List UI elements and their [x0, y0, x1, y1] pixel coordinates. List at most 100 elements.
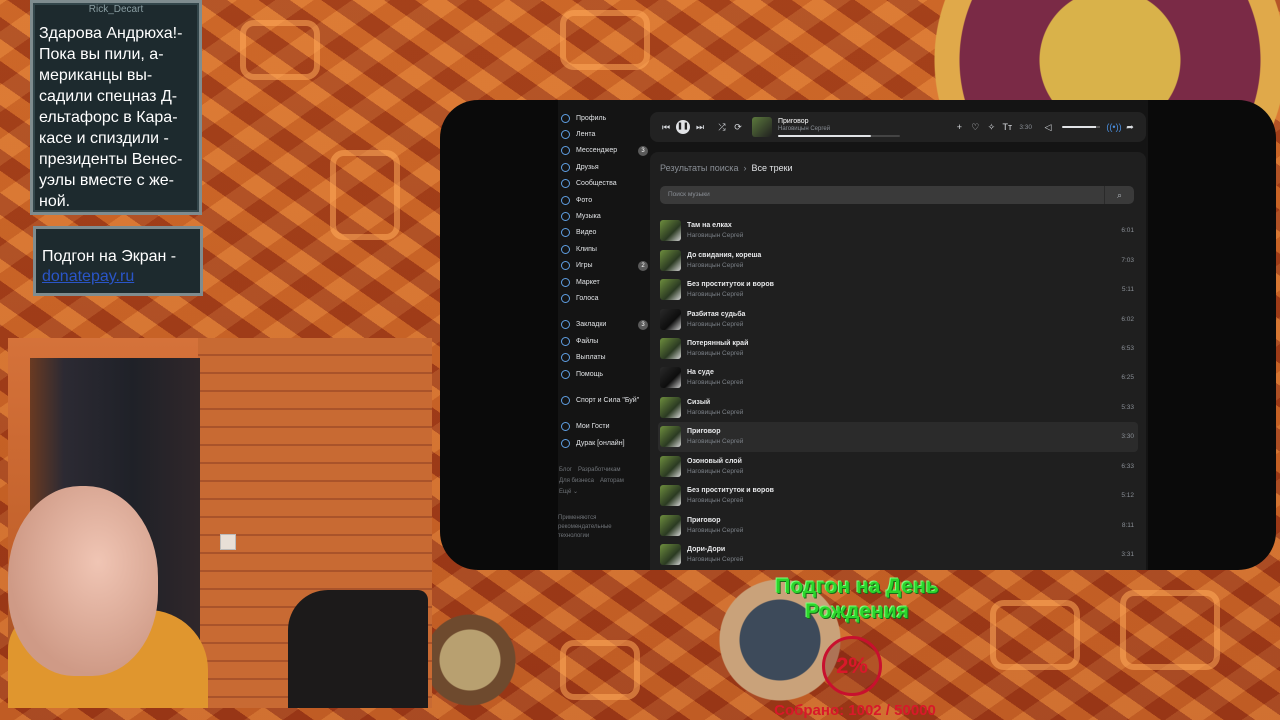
- nav-item-count: 2: [638, 260, 648, 271]
- nav-item[interactable]: Игры 2: [558, 258, 648, 274]
- nav-item[interactable]: Лента: [558, 126, 648, 142]
- track-artist[interactable]: Наговицын Сергей: [687, 409, 1121, 416]
- light-switch: [220, 534, 236, 550]
- track-row[interactable]: До свидания, кореша Наговицын Сергей 7:03: [658, 245, 1138, 274]
- track-artist[interactable]: Наговицын Сергей: [687, 556, 1121, 563]
- track-artist[interactable]: Наговицын Сергей: [687, 468, 1121, 475]
- track-row[interactable]: Без проституток и воров Наговицын Сергей 5…: [658, 481, 1138, 510]
- gamepad-icon: [561, 438, 570, 448]
- footer-link[interactable]: Ещё ⌄: [559, 489, 578, 495]
- track-cover: [660, 544, 681, 566]
- player-time: 3:30: [1019, 123, 1032, 131]
- browser-window: Профиль Лента Мессенджер 3 Друзья Сообщества Ф…: [440, 100, 1276, 570]
- track-cover: [660, 367, 681, 389]
- track-duration: 6:01: [1121, 227, 1134, 235]
- previous-track-icon[interactable]: ⏮: [658, 122, 674, 133]
- nav-item[interactable]: Сообщества: [558, 176, 648, 192]
- nav-item[interactable]: Мессенджер 3: [558, 143, 648, 159]
- track-artist[interactable]: Наговицын Сергей: [687, 291, 1122, 298]
- track-cover: [660, 514, 681, 536]
- track-cover: [660, 426, 681, 448]
- broadcast-icon[interactable]: ((•)): [1106, 122, 1122, 132]
- music-search-input[interactable]: Поиск музыки ⌕: [660, 186, 1134, 204]
- donation-collected: Собрано: 1002 / 50000: [774, 702, 936, 719]
- volume-slider[interactable]: [1062, 126, 1100, 128]
- promo-link[interactable]: donatepay.ru: [42, 267, 194, 287]
- track-row[interactable]: Там на елках Наговицын Сергей 6:01: [658, 216, 1138, 245]
- nav-item[interactable]: Музыка: [558, 208, 648, 224]
- volume-icon[interactable]: ◁: [1040, 122, 1056, 133]
- vk-page: Профиль Лента Мессенджер 3 Друзья Сообщества Ф…: [558, 100, 1148, 570]
- footer-link[interactable]: Разработчикам: [578, 467, 621, 473]
- track-row[interactable]: Озоновый слой Наговицын Сергей 6:33: [658, 452, 1138, 481]
- track-artist[interactable]: Наговицын Сергей: [687, 438, 1121, 445]
- nav-item[interactable]: Друзья: [558, 159, 648, 175]
- games-icon: [561, 261, 570, 271]
- track-duration: 6:33: [1121, 462, 1134, 470]
- track-cover: [660, 337, 681, 359]
- share-icon[interactable]: ➦: [1122, 122, 1138, 133]
- nav-item[interactable]: Голоса: [558, 290, 648, 306]
- player-cover: [752, 117, 772, 137]
- nav-item[interactable]: Закладки 3: [558, 317, 648, 333]
- background-pattern: [1120, 590, 1220, 670]
- nav-item[interactable]: Видео: [558, 225, 648, 241]
- next-track-icon[interactable]: ⏭: [692, 122, 708, 133]
- track-artist[interactable]: Наговицын Сергей: [687, 232, 1121, 239]
- track-row[interactable]: Приговор Наговицын Сергей 8:11: [658, 510, 1138, 539]
- player-track-info[interactable]: Приговор Наговицын Сергей: [778, 118, 900, 137]
- track-artist[interactable]: Наговицын Сергей: [687, 350, 1121, 357]
- footer-link[interactable]: Авторам: [600, 478, 624, 484]
- track-artist[interactable]: Наговицын Сергей: [687, 527, 1122, 534]
- footer-link[interactable]: Блог: [559, 467, 572, 473]
- nav-item[interactable]: Клипы: [558, 241, 648, 257]
- track-artist[interactable]: Наговицын Сергей: [687, 262, 1121, 269]
- track-row[interactable]: Сизый Наговицын Сергей 5:33: [658, 393, 1138, 422]
- dislike-icon[interactable]: ♡: [967, 122, 983, 133]
- search-icon[interactable]: ⌕: [1104, 186, 1134, 204]
- repeat-icon[interactable]: ⟳: [730, 122, 746, 133]
- track-row[interactable]: На суде Наговицын Сергей 6:25: [658, 363, 1138, 392]
- recommend-icon[interactable]: ✧: [983, 122, 999, 133]
- footer-link[interactable]: Для бизнеса: [559, 478, 594, 484]
- volume-slider-rest: [1096, 126, 1100, 128]
- nav-item[interactable]: Выплаты: [558, 349, 648, 365]
- track-duration: 6:02: [1121, 315, 1134, 323]
- nav-item[interactable]: Маркет: [558, 274, 648, 290]
- nav-item-label: Маркет: [576, 278, 600, 286]
- track-duration: 5:12: [1121, 492, 1134, 500]
- background-pattern: [560, 10, 650, 70]
- nav-item[interactable]: Фото: [558, 192, 648, 208]
- breadcrumb-parent[interactable]: Результаты поиска: [660, 163, 738, 173]
- player-progress-bar[interactable]: [778, 134, 900, 137]
- track-row[interactable]: Без проституток и воров Наговицын Сергей 5…: [658, 275, 1138, 304]
- nav-item[interactable]: Файлы: [558, 333, 648, 349]
- nav-item[interactable]: Мои Гости: [558, 419, 648, 435]
- track-duration: 8:11: [1121, 521, 1134, 529]
- nav-item[interactable]: Помощь: [558, 366, 648, 382]
- nav-item[interactable]: Дурак [онлайн]: [558, 435, 648, 451]
- nav-item[interactable]: Спорт и Сила "Буй": [558, 392, 648, 408]
- track-title: Потерянный край: [687, 339, 749, 347]
- track-row[interactable]: Потерянный край Наговицын Сергей 6:53: [658, 334, 1138, 363]
- nav-item-label: Друзья: [576, 163, 599, 171]
- search-placeholder: Поиск музыки: [668, 191, 710, 198]
- chat-username: Rick_Decart: [88, 4, 144, 15]
- chat-message-text: Здарова Андрюха!- Пока вы пили, а- мерик…: [39, 25, 183, 210]
- pause-button[interactable]: ❚❚: [676, 120, 690, 134]
- track-duration: 3:31: [1121, 551, 1134, 559]
- track-row[interactable]: Приговор Наговицын Сергей 3:30: [658, 422, 1138, 452]
- track-duration: 3:30: [1121, 433, 1134, 441]
- track-artist[interactable]: Наговицын Сергей: [687, 497, 1121, 504]
- lyrics-text-icon[interactable]: Tт: [999, 122, 1015, 132]
- track-list: Там на елках Наговицын Сергей 6:01 До свида…: [658, 216, 1138, 569]
- track-artist[interactable]: Наговицын Сергей: [687, 379, 1121, 386]
- shuffle-icon[interactable]: ⤮: [714, 122, 730, 133]
- help-icon: [561, 369, 570, 379]
- add-icon[interactable]: +: [951, 122, 967, 132]
- track-artist[interactable]: Наговицын Сергей: [687, 321, 1121, 328]
- track-row[interactable]: Разбитая судьба Наговицын Сергей 6:02: [658, 304, 1138, 333]
- nav-item[interactable]: Профиль: [558, 110, 648, 126]
- track-row[interactable]: Дори-Дори Наговицын Сергей 3:31: [658, 540, 1138, 569]
- promo-title: Подгон на Экран -: [42, 248, 177, 265]
